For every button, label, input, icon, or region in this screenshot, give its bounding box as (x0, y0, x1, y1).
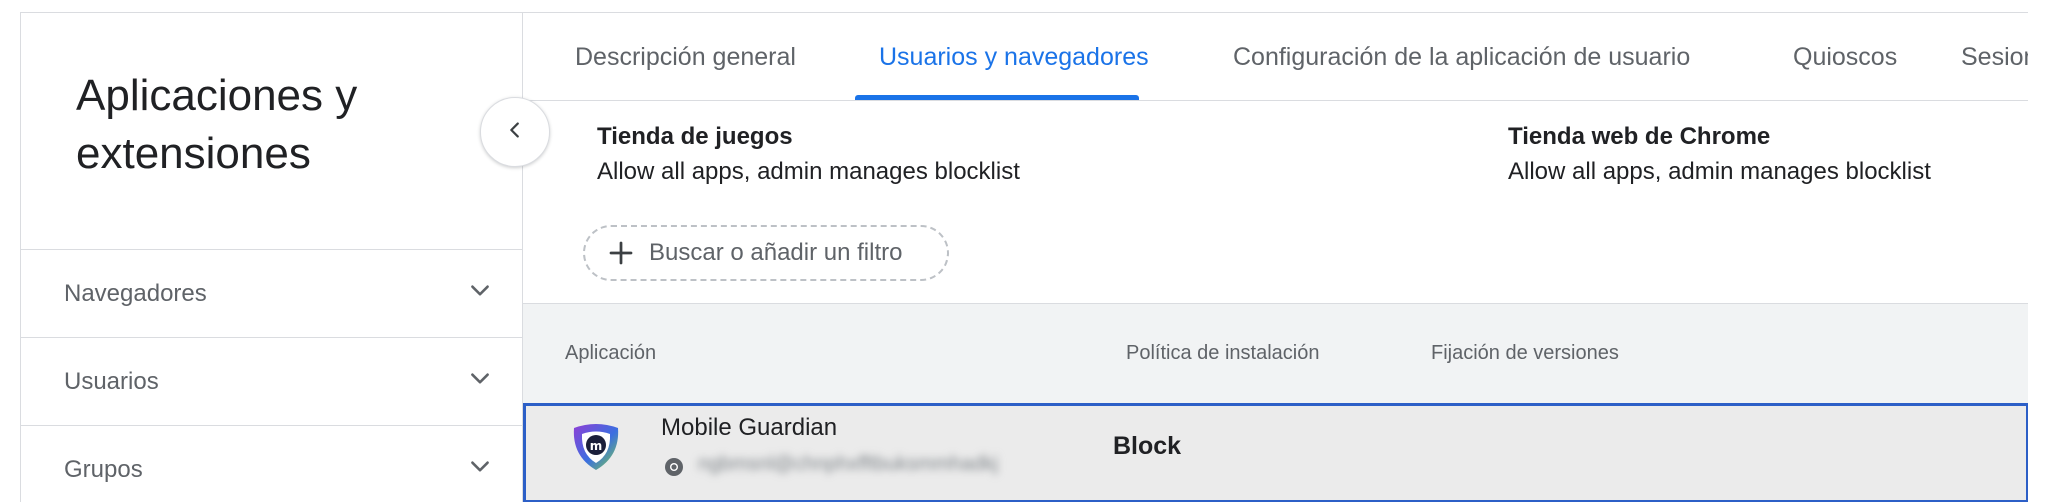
sidebar-item-grupos[interactable]: Grupos (21, 425, 523, 502)
chrome-store-setting: Tienda web de Chrome Allow all apps, adm… (1508, 121, 1931, 191)
tab-bar: Descripción general Usuarios y navegador… (523, 13, 2028, 101)
table-header: Aplicación Política de instalación Fijac… (523, 303, 2028, 403)
app-frame: Aplicaciones y extensiones Navegadores U… (20, 12, 2028, 502)
chevron-down-icon (467, 366, 493, 397)
column-header-policy[interactable]: Política de instalación (1126, 342, 1319, 365)
play-store-title: Tienda de juegos (597, 123, 793, 150)
chevron-left-icon (504, 119, 526, 146)
install-policy-value: Block (1113, 432, 1182, 460)
tab-sesiones[interactable]: Sesiones (1961, 13, 2028, 100)
filter-label: Buscar o añadir un filtro (649, 239, 903, 266)
search-filter-chip[interactable]: Buscar o añadir un filtro (583, 225, 949, 281)
sidebar-item-label: Navegadores (64, 279, 207, 307)
table-row[interactable]: m Mobile Guardian ngbmsnl@chnphxfftbuksm… (523, 403, 2028, 502)
main-content: Descripción general Usuarios y navegador… (523, 13, 2028, 502)
app-name: Mobile Guardian (661, 414, 838, 441)
chrome-icon (663, 456, 685, 478)
app-id: ngbmsnl@chnphxfftbuksmmhadkj (698, 453, 999, 475)
svg-text:m: m (590, 439, 603, 453)
column-header-pinning[interactable]: Fijación de versiones (1431, 342, 1619, 365)
chrome-store-value: Allow all apps, admin manages blocklist (1508, 158, 1931, 185)
chevron-down-icon (467, 454, 493, 485)
chrome-store-title: Tienda web de Chrome (1508, 123, 1771, 150)
sidebar-item-usuarios[interactable]: Usuarios (21, 337, 523, 425)
sidebar-item-navegadores[interactable]: Navegadores (21, 249, 523, 337)
tab-descripcion-general[interactable]: Descripción general (575, 13, 796, 100)
mobile-guardian-logo-icon: m (568, 418, 624, 474)
sidebar-nav: Navegadores Usuarios Grupos (21, 249, 523, 502)
sidebar-item-label: Usuarios (64, 367, 159, 395)
plus-icon (603, 235, 639, 271)
active-tab-indicator (855, 95, 1139, 100)
tab-quioscos[interactable]: Quioscos (1793, 13, 1897, 100)
play-store-setting: Tienda de juegos Allow all apps, admin m… (597, 121, 1020, 191)
collapse-sidebar-button[interactable] (480, 97, 550, 167)
sidebar-item-label: Grupos (64, 455, 143, 483)
column-header-app[interactable]: Aplicación (565, 342, 656, 365)
tab-configuracion-aplicacion-usuario[interactable]: Configuración de la aplicación de usuari… (1233, 13, 1690, 100)
tab-usuarios-y-navegadores[interactable]: Usuarios y navegadores (879, 13, 1149, 100)
chevron-down-icon (467, 278, 493, 309)
play-store-value: Allow all apps, admin manages blocklist (597, 158, 1020, 185)
sidebar: Aplicaciones y extensiones Navegadores U… (21, 13, 523, 502)
page-title: Aplicaciones y extensiones (76, 71, 358, 178)
